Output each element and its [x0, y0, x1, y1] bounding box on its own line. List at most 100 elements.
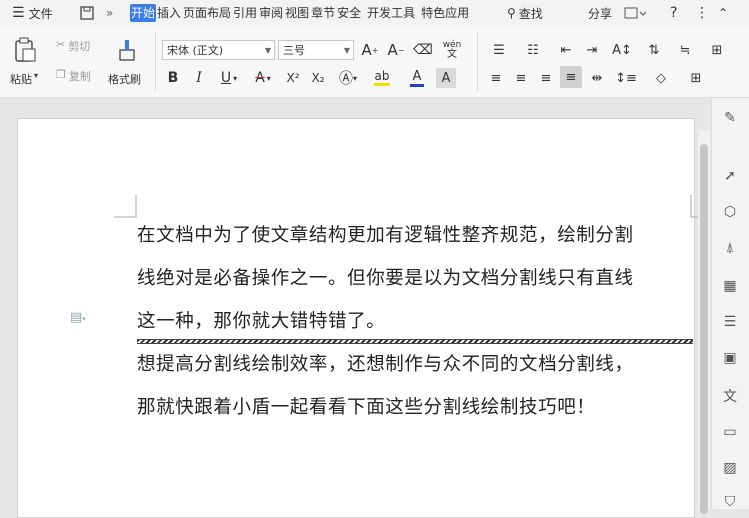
- copy-button[interactable]: ❐ 复制: [56, 68, 91, 84]
- line-break-icon[interactable]: ≒: [672, 40, 698, 60]
- search-icon: ⚲: [507, 6, 516, 20]
- more-icon[interactable]: »: [104, 0, 115, 26]
- tab-developer[interactable]: 开发工具: [366, 4, 416, 22]
- file-menu[interactable]: ☰ 文件: [10, 0, 55, 26]
- tab-insert[interactable]: 插入: [156, 4, 182, 22]
- share-label: 分享: [588, 6, 613, 21]
- wrench-icon[interactable]: ✎: [720, 108, 740, 128]
- italic-icon: I: [196, 70, 202, 86]
- style-icon[interactable]: ⍋: [720, 238, 740, 258]
- sort-icon[interactable]: ⇅: [644, 40, 664, 60]
- underline-button[interactable]: U ▾: [215, 68, 243, 88]
- scrollbar-thumb[interactable]: [700, 144, 708, 514]
- tab-special-apps[interactable]: 特色应用: [420, 4, 470, 22]
- cursor-icon[interactable]: ➚: [720, 166, 740, 186]
- format-painter-icon[interactable]: [113, 36, 141, 64]
- clear-format-icon[interactable]: ⌫: [413, 40, 433, 60]
- document-icon[interactable]: ▣: [720, 348, 740, 368]
- shield-icon[interactable]: ⛉: [720, 492, 740, 512]
- paste-icon[interactable]: [10, 36, 40, 64]
- grow-font-icon[interactable]: A +: [360, 40, 380, 60]
- phonetic-icon: 文: [447, 49, 457, 60]
- superscript-button[interactable]: X²: [282, 68, 304, 88]
- tab-chapter[interactable]: 章节: [310, 4, 336, 22]
- text-effect-icon: Ⓐ: [338, 71, 353, 87]
- font-name-select[interactable]: 宋体 (正文) ▼: [162, 40, 275, 60]
- help-button[interactable]: ?: [668, 0, 679, 26]
- image-icon[interactable]: ▨: [720, 458, 740, 478]
- align-right-icon[interactable]: ≡: [536, 68, 556, 88]
- tab-security[interactable]: 安全: [336, 4, 362, 22]
- paragraph-line: 线绝对是必备操作之一。但你要是以为文档分割线只有直线: [137, 268, 634, 289]
- highlight-color-swatch: [374, 83, 390, 86]
- format-painter-button[interactable]: 格式刷: [108, 71, 141, 87]
- paragraph-layout-icon[interactable]: ▤▾: [70, 310, 86, 325]
- table-icon[interactable]: ▦: [720, 276, 740, 296]
- hatched-divider-line: [137, 339, 693, 344]
- more-options-icon[interactable]: ⋮: [693, 0, 711, 26]
- help-label: ?: [670, 5, 678, 21]
- translate-icon[interactable]: 文: [720, 386, 740, 406]
- underline-icon: U: [220, 70, 232, 86]
- font-color-button[interactable]: A: [403, 68, 431, 88]
- chevron-down-icon: ▾: [352, 73, 357, 83]
- copy-label: 复制: [68, 70, 91, 83]
- bullet-list-icon[interactable]: ☰: [486, 40, 512, 60]
- tab-review[interactable]: 审阅: [258, 4, 284, 22]
- collapse-ribbon-icon[interactable]: ⌃: [716, 0, 730, 26]
- scissors-icon: ✂: [56, 38, 66, 51]
- tab-references[interactable]: 引用: [232, 4, 258, 22]
- table-grid-icon[interactable]: ⊞: [707, 40, 727, 60]
- subscript-icon: X₂: [311, 71, 325, 85]
- paragraph-line: 在文档中为了使文章结构更加有逻辑性整齐规范，绘制分割: [137, 225, 634, 246]
- numbered-list-icon[interactable]: ☷: [520, 40, 546, 60]
- divider: [477, 32, 478, 92]
- document-body[interactable]: 在文档中为了使文章结构更加有逻辑性整齐规范，绘制分割 线绝对是必备操作之一。但你…: [137, 218, 697, 433]
- format-painter-label: 格式刷: [108, 73, 141, 86]
- save-icon[interactable]: [77, 0, 97, 26]
- cut-button[interactable]: ✂ 剪切: [56, 38, 90, 54]
- bold-button[interactable]: B: [164, 68, 182, 88]
- bold-icon: B: [167, 70, 179, 86]
- align-left-icon[interactable]: ≡: [486, 68, 506, 88]
- distribute-icon[interactable]: ⇹: [587, 68, 607, 88]
- character-shading-button[interactable]: A: [436, 68, 456, 88]
- tab-home[interactable]: 开始: [130, 4, 157, 22]
- subscript-button[interactable]: X₂: [307, 68, 329, 88]
- align-center-icon[interactable]: ≡: [511, 68, 531, 88]
- ribbon: 粘贴 ▾ ✂ 剪切 ❐ 复制 格式刷 宋体 (正文) ▼ 三号 ▼ A + A − ⌫ wén…: [0, 26, 749, 98]
- shading-icon[interactable]: ◇: [647, 68, 675, 88]
- paste-button[interactable]: 粘贴 ▾: [10, 71, 38, 87]
- cloud-sync-icon[interactable]: [622, 0, 648, 26]
- sliders-icon[interactable]: ☰: [720, 312, 740, 332]
- archive-icon[interactable]: ▭: [720, 422, 740, 442]
- cut-label: 剪切: [68, 40, 91, 53]
- italic-button[interactable]: I: [190, 68, 208, 88]
- text-direction-icon[interactable]: A↕: [608, 40, 636, 60]
- file-label: 文件: [28, 6, 53, 21]
- font-name-value: 宋体 (正文): [167, 44, 224, 57]
- divider: [155, 32, 156, 92]
- decrease-indent-icon[interactable]: ⇤: [556, 40, 576, 60]
- tab-page-layout[interactable]: 页面布局: [182, 4, 232, 22]
- search-button[interactable]: ⚲ 查找: [505, 0, 545, 26]
- font-size-value: 三号: [283, 44, 305, 57]
- text-effect-button[interactable]: Ⓐ ▾: [334, 68, 362, 88]
- increase-indent-icon[interactable]: ⇥: [582, 40, 602, 60]
- line-spacing-icon[interactable]: ↕≡: [612, 68, 640, 88]
- highlight-button[interactable]: ab: [367, 68, 397, 88]
- font-color-swatch: [410, 83, 424, 87]
- share-button[interactable]: 分享: [586, 0, 614, 26]
- tab-view[interactable]: 视图: [284, 4, 310, 22]
- font-size-select[interactable]: 三号 ▼: [278, 40, 354, 60]
- right-sidebar: ✎ ➚ ⬡ ⍋ ▦ ☰ ▣ 文 ▭ ▨ ⛉: [711, 98, 749, 512]
- justify-icon[interactable]: ≡: [560, 66, 582, 88]
- vertical-scrollbar[interactable]: [698, 130, 710, 514]
- highlight-icon: ab: [374, 69, 390, 83]
- phonetic-guide-button[interactable]: wén 文: [440, 38, 464, 62]
- strikethrough-button[interactable]: A ▾: [249, 68, 277, 88]
- shapes-icon[interactable]: ⬡: [720, 202, 740, 222]
- borders-icon[interactable]: ⊞: [682, 68, 710, 88]
- shrink-font-icon[interactable]: A −: [386, 40, 406, 60]
- character-shading-icon: A: [441, 70, 451, 86]
